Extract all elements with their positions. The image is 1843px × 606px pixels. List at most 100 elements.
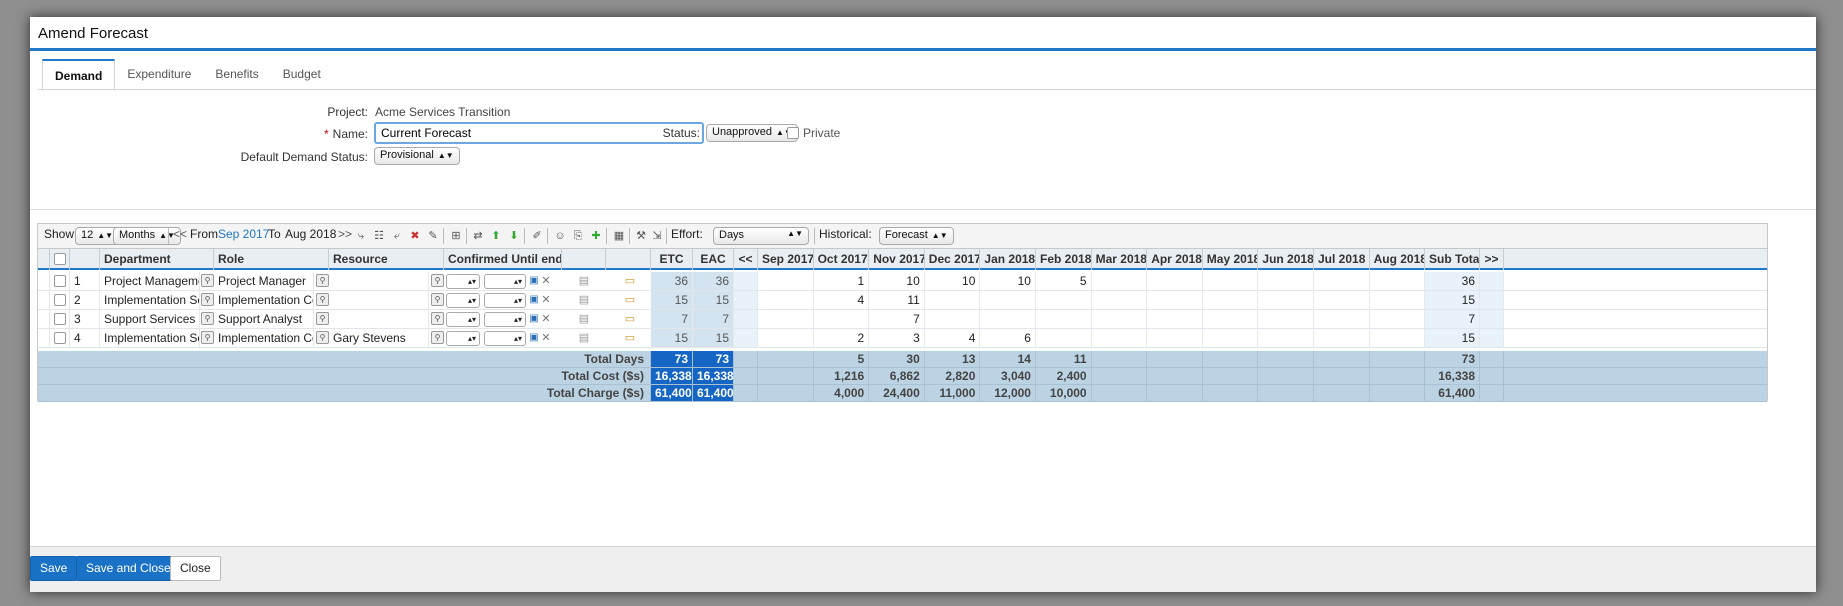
- header-subtotal[interactable]: Sub Total: [1425, 249, 1480, 270]
- show-unit-select[interactable]: Months ▲▼: [113, 227, 181, 245]
- header-month[interactable]: May 2018: [1203, 249, 1259, 270]
- confirmed-month-select[interactable]: ▴▾: [446, 312, 480, 327]
- move-up-icon[interactable]: ⬆: [489, 229, 503, 243]
- status-select[interactable]: Unapproved ▲▼: [706, 124, 798, 142]
- confirmed-year-select[interactable]: ▴▾: [484, 274, 526, 289]
- header-month[interactable]: Nov 2017: [869, 249, 925, 270]
- month-value-cell[interactable]: [1258, 310, 1314, 328]
- users-icon[interactable]: ☺: [553, 229, 567, 243]
- month-value-cell[interactable]: [1203, 310, 1259, 328]
- header-month[interactable]: Sep 2017: [758, 249, 814, 270]
- from-date-link[interactable]: Sep 2017: [218, 227, 269, 241]
- month-value-cell[interactable]: [1092, 329, 1148, 347]
- private-checkbox[interactable]: [787, 127, 799, 139]
- month-value-cell[interactable]: 5: [1036, 272, 1092, 290]
- calendar-icon[interactable]: ▣: [528, 331, 540, 345]
- department-lookup-icon[interactable]: ⚲: [201, 274, 214, 287]
- month-value-cell[interactable]: [758, 291, 814, 309]
- next-period-button[interactable]: >>: [338, 227, 352, 241]
- resource-cell[interactable]: [329, 291, 429, 309]
- demand-status-select[interactable]: Provisional ▲▼: [374, 147, 460, 165]
- department-lookup-icon[interactable]: ⚲: [201, 293, 214, 306]
- header-month[interactable]: Oct 2017: [814, 249, 870, 270]
- comment-icon[interactable]: ▤: [578, 293, 590, 307]
- calendar-icon[interactable]: ▣: [528, 312, 540, 326]
- department-cell[interactable]: Implementation Servic: [100, 291, 200, 309]
- month-value-cell[interactable]: 2: [814, 329, 870, 347]
- role-lookup-icon[interactable]: ⚲: [316, 274, 329, 287]
- tab-budget[interactable]: Budget: [271, 59, 333, 90]
- header-confirmed[interactable]: Confirmed Until end of: [444, 249, 562, 270]
- save-and-close-button[interactable]: Save and Close: [76, 556, 181, 581]
- month-value-cell[interactable]: [1147, 291, 1203, 309]
- attachment-icon[interactable]: ▭: [623, 331, 637, 345]
- header-prev-button[interactable]: <<: [734, 249, 758, 270]
- department-lookup-icon[interactable]: ⚲: [201, 312, 214, 325]
- add-user-icon[interactable]: ✚: [589, 229, 603, 243]
- month-value-cell[interactable]: [1314, 329, 1370, 347]
- table-row[interactable]: 2Implementation Servic⚲Implementation Co…: [38, 291, 1767, 310]
- role-lookup-icon[interactable]: ⚲: [316, 312, 329, 325]
- hierarchy-icon[interactable]: ☷: [372, 229, 386, 243]
- comment-icon[interactable]: ▤: [578, 274, 590, 288]
- confirmed-month-select[interactable]: ▴▾: [446, 274, 480, 289]
- month-value-cell[interactable]: [1370, 329, 1426, 347]
- month-value-cell[interactable]: [1370, 291, 1426, 309]
- header-month[interactable]: Mar 2018: [1092, 249, 1148, 270]
- resource-lookup-icon[interactable]: ⚲: [431, 312, 444, 325]
- delete-row-icon[interactable]: ✖: [408, 229, 422, 243]
- group-icon[interactable]: ⊞: [449, 229, 463, 243]
- month-value-cell[interactable]: [1036, 310, 1092, 328]
- row-checkbox[interactable]: [54, 313, 66, 325]
- month-value-cell[interactable]: 10: [869, 272, 925, 290]
- month-value-cell[interactable]: [925, 291, 981, 309]
- month-value-cell[interactable]: [1370, 310, 1426, 328]
- month-value-cell[interactable]: [1092, 291, 1148, 309]
- month-value-cell[interactable]: 6: [980, 329, 1036, 347]
- tab-demand[interactable]: Demand: [42, 59, 116, 90]
- tab-benefits[interactable]: Benefits: [203, 59, 270, 90]
- resource-cell[interactable]: [329, 272, 429, 290]
- confirmed-year-select[interactable]: ▴▾: [484, 331, 526, 346]
- month-value-cell[interactable]: 7: [869, 310, 925, 328]
- header-department[interactable]: Department: [100, 249, 214, 270]
- role-lookup-icon[interactable]: ⚲: [316, 293, 329, 306]
- previous-period-button[interactable]: <<: [173, 227, 187, 241]
- confirmed-year-select[interactable]: ▴▾: [484, 312, 526, 327]
- header-month[interactable]: Dec 2017: [925, 249, 981, 270]
- clear-brush-icon[interactable]: ✎: [426, 229, 440, 243]
- row-checkbox[interactable]: [54, 332, 66, 344]
- wrench-icon[interactable]: ⚒: [634, 229, 648, 243]
- role-cell[interactable]: Implementation Consu: [214, 291, 314, 309]
- department-cell[interactable]: Implementation Servic: [100, 329, 200, 347]
- month-value-cell[interactable]: 3: [869, 329, 925, 347]
- tab-expenditure[interactable]: Expenditure: [115, 59, 203, 90]
- header-month[interactable]: Apr 2018: [1147, 249, 1203, 270]
- attachment-icon[interactable]: ▭: [623, 293, 637, 307]
- month-value-cell[interactable]: [1203, 291, 1259, 309]
- month-value-cell[interactable]: [1370, 272, 1426, 290]
- indent-icon[interactable]: ⤷: [354, 229, 368, 243]
- department-cell[interactable]: Support Services: [100, 310, 200, 328]
- month-value-cell[interactable]: 10: [980, 272, 1036, 290]
- month-value-cell[interactable]: [1147, 329, 1203, 347]
- department-cell[interactable]: Project Management C: [100, 272, 200, 290]
- month-value-cell[interactable]: [1036, 329, 1092, 347]
- month-value-cell[interactable]: 4: [814, 291, 870, 309]
- month-value-cell[interactable]: [1314, 310, 1370, 328]
- save-button[interactable]: Save: [30, 556, 78, 581]
- month-value-cell[interactable]: [925, 310, 981, 328]
- table-row[interactable]: 3 Support Services ⚲ Support Analyst ⚲ ⚲ ▴▾ ▴▾ ▣…: [38, 310, 1767, 329]
- clear-date-icon[interactable]: ✕: [540, 293, 552, 307]
- month-value-cell[interactable]: 11: [869, 291, 925, 309]
- month-value-cell[interactable]: [758, 272, 814, 290]
- header-month[interactable]: Jun 2018: [1258, 249, 1314, 270]
- month-value-cell[interactable]: 10: [925, 272, 981, 290]
- month-value-cell[interactable]: [1147, 310, 1203, 328]
- table-row[interactable]: 1Project Management C⚲Project Manager⚲⚲▴…: [38, 272, 1767, 291]
- header-resource[interactable]: Resource: [329, 249, 444, 270]
- clear-date-icon[interactable]: ✕: [540, 274, 552, 288]
- document-search-icon[interactable]: ⎘: [571, 229, 585, 243]
- month-value-cell[interactable]: [980, 291, 1036, 309]
- header-next-button[interactable]: >>: [1480, 249, 1504, 270]
